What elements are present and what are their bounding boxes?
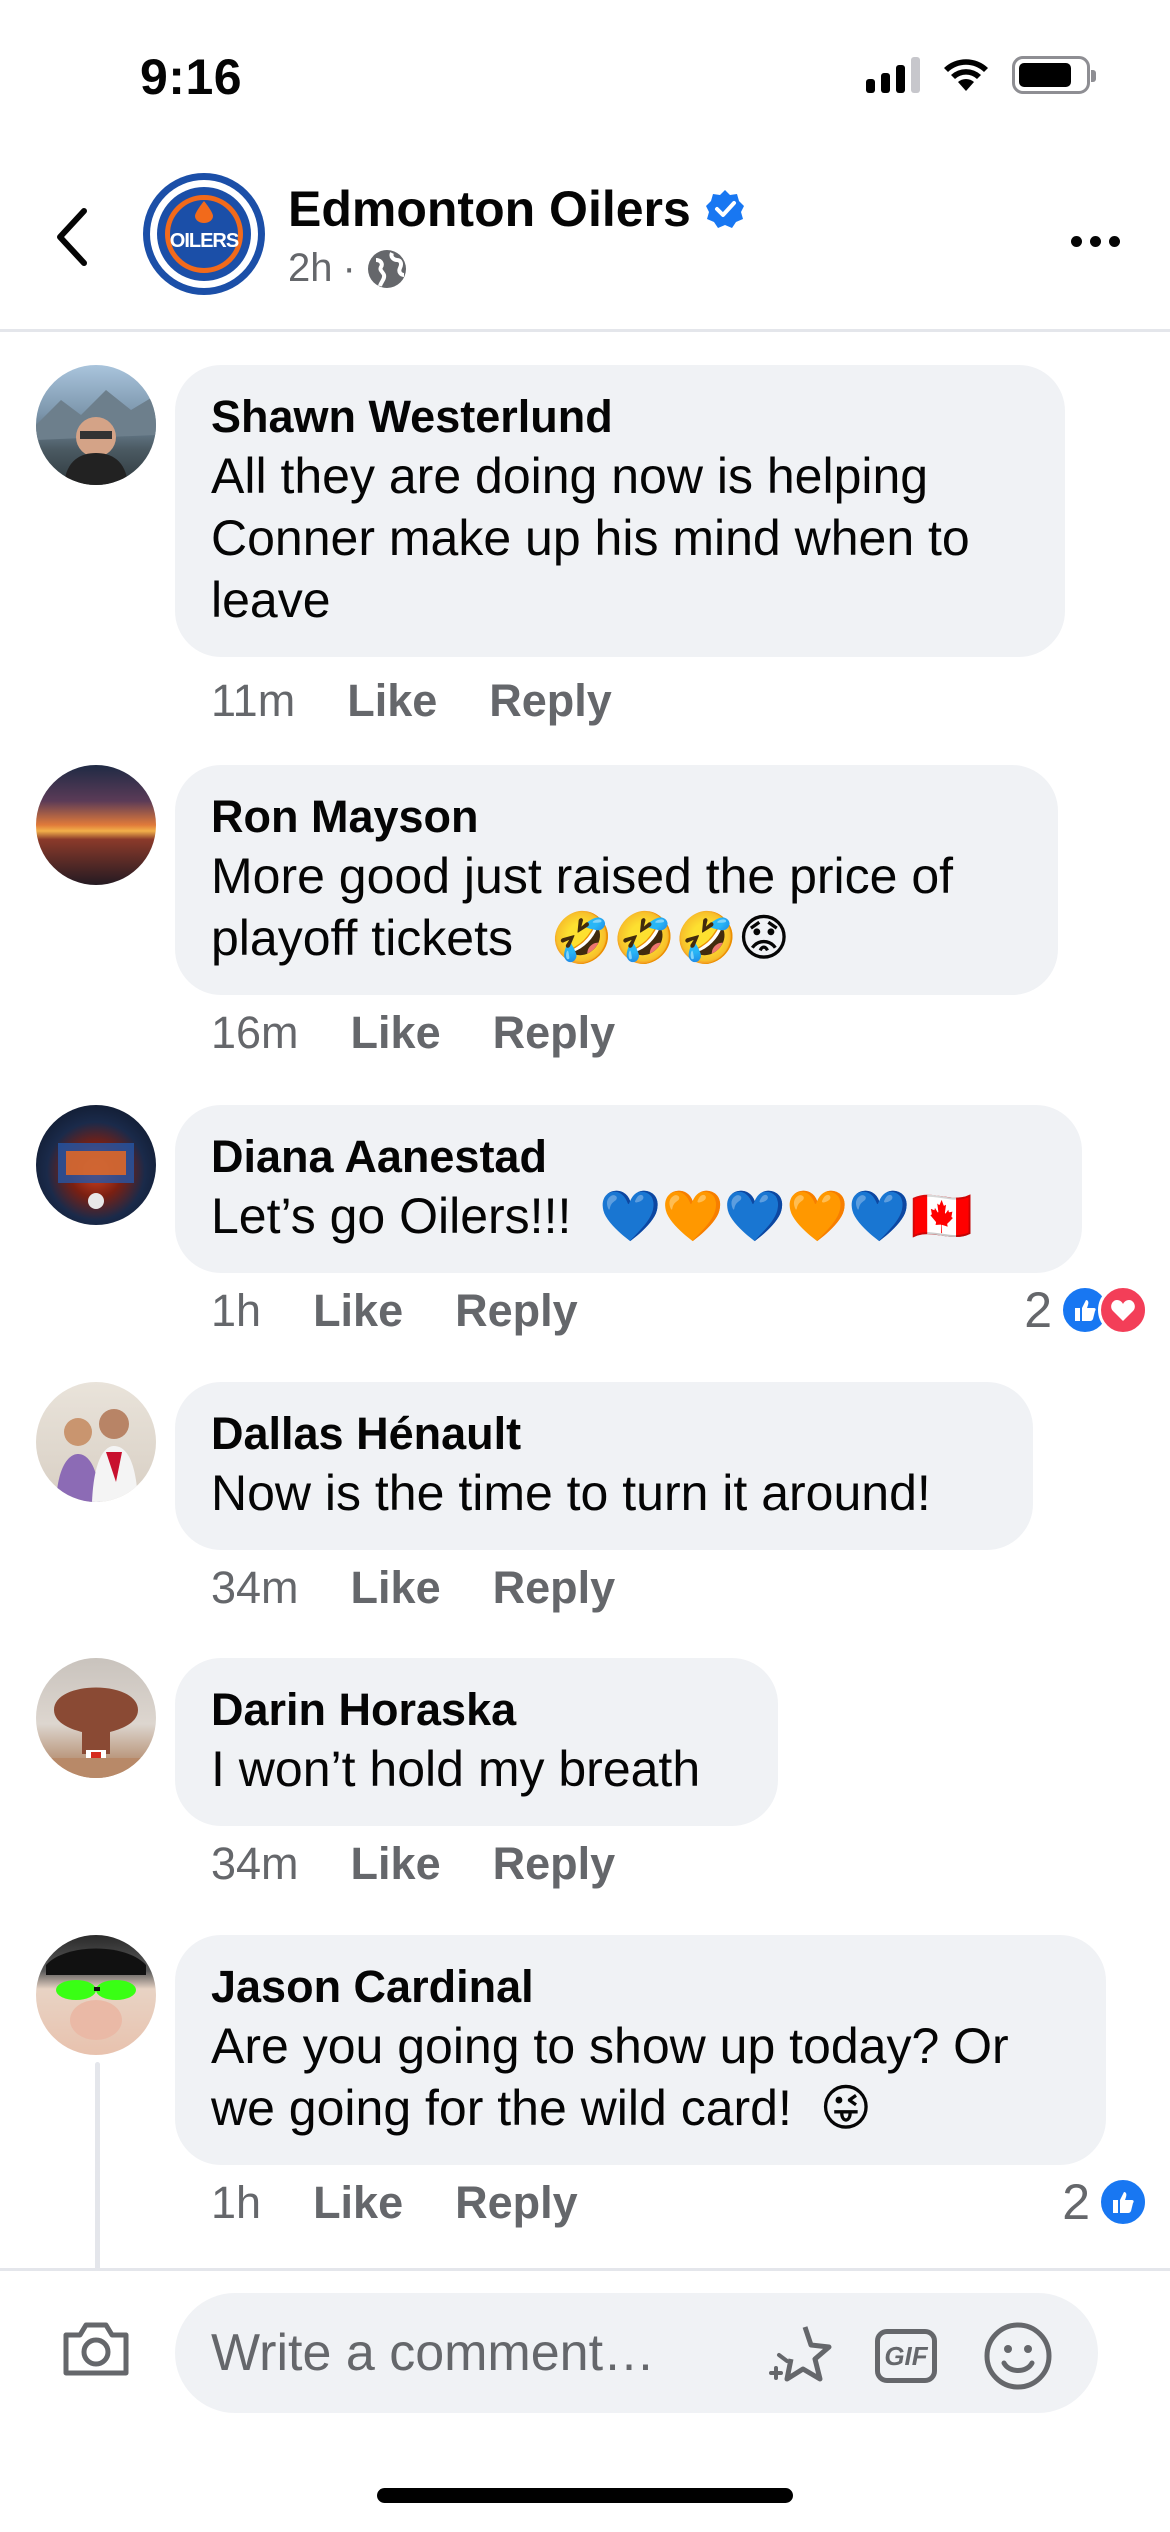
back-button[interactable]: [42, 202, 102, 272]
emoji-group: 😜: [819, 2080, 872, 2136]
comment-text: playoff tickets: [211, 910, 514, 966]
comment-actions: 16m Like Reply: [211, 1007, 667, 1059]
more-options-button[interactable]: [1060, 216, 1130, 266]
globe-icon: [367, 249, 406, 288]
comment-time[interactable]: 11m: [211, 675, 295, 727]
comment-author[interactable]: Ron Mayson: [211, 789, 1022, 845]
reply-button[interactable]: Reply: [455, 2177, 578, 2229]
comment-time[interactable]: 34m: [211, 1562, 299, 1614]
reply-button[interactable]: Reply: [493, 1007, 616, 1059]
comment-time[interactable]: 1h: [211, 1285, 261, 1337]
like-button[interactable]: Like: [351, 1007, 441, 1059]
comment-time[interactable]: 34m: [211, 1838, 299, 1890]
comment-bubble[interactable]: Dallas Hénault Now is the time to turn i…: [175, 1382, 1033, 1550]
comment-text-line: All they are doing now is helping: [211, 448, 929, 504]
gif-button[interactable]: GIF: [871, 2321, 941, 2391]
comment-bubble[interactable]: Darin Horaska I won’t hold my breath: [175, 1658, 778, 1826]
oil-drop-icon: [195, 201, 213, 223]
comment-actions: 1h Like Reply: [211, 2177, 630, 2229]
status-bar: 9:16: [0, 0, 1170, 150]
comment-time[interactable]: 16m: [211, 1007, 299, 1059]
avatar[interactable]: [36, 1658, 156, 1778]
camera-icon: [63, 2322, 129, 2376]
avatar-sticker-button[interactable]: [765, 2321, 835, 2391]
comment-author[interactable]: Jason Cardinal: [211, 1959, 1070, 2015]
comment-actions: 11m Like Reply: [211, 675, 664, 727]
like-button[interactable]: Like: [351, 1838, 441, 1890]
cellular-signal-icon: [866, 57, 920, 93]
comment-author[interactable]: Dallas Hénault: [211, 1406, 997, 1462]
reaction-summary[interactable]: 2: [1024, 1281, 1148, 1339]
page-name-row[interactable]: Edmonton Oilers: [288, 180, 745, 238]
like-button[interactable]: Like: [347, 675, 437, 727]
comment-composer: GIF: [0, 2268, 1170, 2413]
comment-time[interactable]: 1h: [211, 2177, 261, 2229]
comment-author[interactable]: Diana Aanestad: [211, 1129, 1046, 1185]
comment-text-line: More good just raised the price of: [211, 848, 954, 904]
reply-thread-line: [95, 2062, 100, 2272]
reply-button[interactable]: Reply: [493, 1838, 616, 1890]
post-meta: 2h ·: [288, 246, 408, 291]
like-button[interactable]: Like: [313, 1285, 403, 1337]
comment-actions: 34m Like Reply: [211, 1838, 667, 1890]
oilers-logo-text: OILERS: [169, 229, 239, 252]
gif-icon: GIF: [875, 2329, 937, 2383]
camera-button[interactable]: [60, 2319, 140, 2389]
reply-button[interactable]: Reply: [455, 1285, 578, 1337]
avatar[interactable]: [36, 1382, 156, 1502]
love-reaction-icon: [1098, 1285, 1148, 1335]
post-header: OILERS Edmonton Oilers 2h ·: [0, 150, 1170, 332]
comment-bubble[interactable]: Diana Aanestad Let’s go Oilers!!! 💙🧡💙🧡💙🇨…: [175, 1105, 1082, 1273]
comment-bubble[interactable]: Ron Mayson More good just raised the pri…: [175, 765, 1058, 995]
comment-text-line: I won’t hold my breath: [211, 1741, 701, 1797]
comment-text-line: we going for the wild card! 😜: [211, 2077, 1070, 2139]
avatar[interactable]: [36, 1105, 156, 1225]
avatar[interactable]: [36, 365, 156, 485]
chevron-left-icon: [57, 208, 87, 266]
smiley-icon: [984, 2322, 1052, 2390]
verified-badge-icon: [705, 190, 744, 228]
home-indicator[interactable]: [377, 2488, 793, 2503]
comment-actions: 34m Like Reply: [211, 1562, 667, 1614]
reply-button[interactable]: Reply: [493, 1562, 616, 1614]
reply-button[interactable]: Reply: [489, 675, 612, 727]
like-reaction-icon: [1098, 2177, 1148, 2227]
comment-author[interactable]: Darin Horaska: [211, 1682, 742, 1738]
battery-icon: [1012, 56, 1096, 94]
comment-text-line: playoff tickets 🤣🤣🤣😟: [211, 907, 1022, 969]
status-time: 9:16: [140, 49, 243, 105]
emoji-group: 💙🧡💙🧡💙🇨🇦: [599, 1188, 973, 1244]
comment-text-line: leave: [211, 572, 331, 628]
comment-text: Let’s go Oilers!!!: [211, 1188, 572, 1244]
comment-bubble[interactable]: Shawn Westerlund All they are doing now …: [175, 365, 1065, 657]
page-avatar[interactable]: OILERS: [143, 173, 265, 295]
comment-input-container: GIF: [175, 2293, 1098, 2413]
comment-bubble[interactable]: Jason Cardinal Are you going to show up …: [175, 1935, 1106, 2165]
emoji-group: 🤣🤣🤣😟: [550, 910, 790, 966]
avatar[interactable]: [36, 765, 156, 885]
comment-author[interactable]: Shawn Westerlund: [211, 389, 1029, 445]
reaction-count: 2: [1024, 1282, 1052, 1338]
comment-text-line: Now is the time to turn it around!: [211, 1465, 931, 1521]
comment-text: we going for the wild card!: [211, 2080, 792, 2136]
wifi-icon: [944, 59, 988, 91]
comment-input[interactable]: [211, 2293, 711, 2413]
status-icons: [866, 56, 1096, 94]
comment-text-line: Are you going to show up today? Or: [211, 2018, 1009, 2074]
comment-text-line: Let’s go Oilers!!! 💙🧡💙🧡💙🇨🇦: [211, 1185, 1046, 1247]
reaction-count: 2: [1062, 2174, 1090, 2230]
like-button[interactable]: Like: [351, 1562, 441, 1614]
emoji-button[interactable]: [983, 2321, 1053, 2391]
reaction-summary[interactable]: 2: [1062, 2173, 1148, 2231]
comment-text-line: Conner make up his mind when to: [211, 510, 970, 566]
like-button[interactable]: Like: [313, 2177, 403, 2229]
sparkle-star-icon: [769, 2326, 832, 2382]
page-name[interactable]: Edmonton Oilers: [288, 180, 691, 238]
avatar[interactable]: [36, 1935, 156, 2055]
meta-separator: ·: [342, 246, 356, 290]
post-time: 2h: [288, 246, 333, 290]
comment-actions: 1h Like Reply: [211, 1285, 630, 1337]
